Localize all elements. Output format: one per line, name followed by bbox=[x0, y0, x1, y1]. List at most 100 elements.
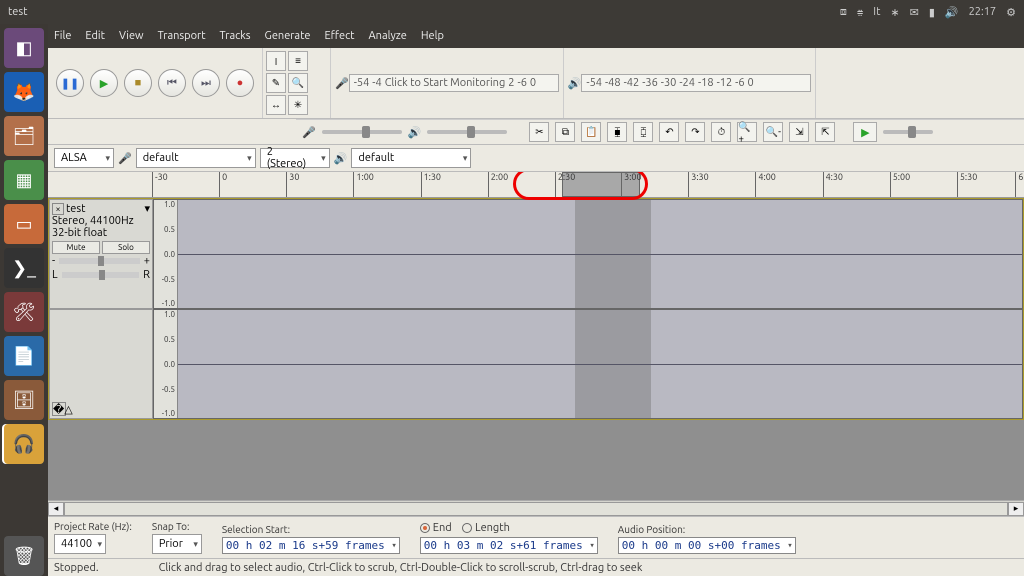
track-control-panel-lower[interactable]: �△ bbox=[49, 309, 153, 419]
language-indicator[interactable]: It bbox=[873, 6, 880, 18]
gear-icon[interactable]: ⚙ bbox=[1006, 6, 1016, 19]
mail-icon[interactable]: ✉ bbox=[910, 6, 919, 19]
play-button[interactable]: ▶ bbox=[90, 69, 118, 97]
solo-button[interactable]: Solo bbox=[102, 241, 150, 254]
status-hint: Click and drag to select audio, Ctrl-Cli… bbox=[159, 562, 643, 574]
undo-button[interactable]: ↶ bbox=[659, 122, 679, 142]
menu-transport[interactable]: Transport bbox=[158, 30, 206, 42]
zoom-in-button[interactable]: 🔍+ bbox=[737, 122, 757, 142]
launcher-firefox[interactable]: 🦊 bbox=[4, 72, 44, 112]
bluetooth-icon[interactable]: ∗ bbox=[890, 6, 899, 19]
battery-icon[interactable]: ▮ bbox=[929, 6, 935, 19]
recording-meter-box[interactable]: -54-4 Click to Start Monitoring 2-60 bbox=[349, 74, 559, 92]
selection-start-label: Selection Start: bbox=[222, 524, 400, 535]
gain-slider[interactable] bbox=[59, 258, 140, 264]
menu-view[interactable]: View bbox=[119, 30, 144, 42]
playback-device-combo[interactable]: default bbox=[351, 148, 471, 168]
sync-lock-button[interactable]: ⏱ bbox=[711, 122, 731, 142]
recording-meter[interactable]: 🎤 -54-4 Click to Start Monitoring 2-60 bbox=[331, 48, 564, 118]
scroll-left-button[interactable]: ◂ bbox=[48, 502, 64, 516]
draw-tool[interactable]: ✎ bbox=[266, 73, 286, 93]
menu-analyze[interactable]: Analyze bbox=[369, 30, 407, 42]
silence-button[interactable]: ⧮ bbox=[633, 122, 653, 142]
track-control-panel[interactable]: × test ▾ Stereo, 44100Hz 32-bit float Mu… bbox=[49, 199, 153, 309]
record-button[interactable]: ● bbox=[226, 69, 254, 97]
track-area: -30 0 30 1:00 1:30 2:00 2:30 3:00 3:30 4… bbox=[48, 172, 1024, 516]
redo-button[interactable]: ↷ bbox=[685, 122, 705, 142]
launcher-dash[interactable]: ◧ bbox=[4, 28, 44, 68]
vertical-scale[interactable]: 1.0 0.5 0.0 -0.5 -1.0 bbox=[154, 200, 178, 308]
launcher-terminal[interactable]: ❯_ bbox=[4, 248, 44, 288]
selection-start-time[interactable]: 00 h 02 m 16 s+59 frames bbox=[222, 537, 400, 554]
recording-device-combo[interactable]: default bbox=[136, 148, 256, 168]
menu-edit[interactable]: Edit bbox=[85, 30, 105, 42]
project-rate-combo[interactable]: 44100 bbox=[54, 534, 106, 554]
cut-button[interactable]: ✂ bbox=[529, 122, 549, 142]
menu-effect[interactable]: Effect bbox=[324, 30, 354, 42]
recording-channels-combo[interactable]: 2 (Stereo) bbox=[260, 148, 330, 168]
launcher-settings[interactable]: 🛠 bbox=[4, 292, 44, 332]
ruler-segments[interactable]: -30 0 30 1:00 1:30 2:00 2:30 3:00 3:30 4… bbox=[152, 172, 1024, 197]
trim-button[interactable]: ⧯ bbox=[607, 122, 627, 142]
playback-meter[interactable]: 🔊 -54-48-42-36-30-24-18-12-60 bbox=[564, 48, 817, 118]
playback-meter-box[interactable]: -54-48-42-36-30-24-18-12-60 bbox=[581, 74, 811, 92]
copy-button[interactable]: ⧉ bbox=[555, 122, 575, 142]
wifi-icon[interactable]: ⩷ bbox=[857, 6, 863, 19]
fit-selection-button[interactable]: ⇲ bbox=[789, 122, 809, 142]
paste-button[interactable]: 📋 bbox=[581, 122, 601, 142]
launcher-calc[interactable]: ▦ bbox=[4, 160, 44, 200]
zoom-tool[interactable]: 🔍 bbox=[288, 73, 308, 93]
pan-slider[interactable] bbox=[62, 272, 140, 278]
timeline-ruler[interactable]: -30 0 30 1:00 1:30 2:00 2:30 3:00 3:30 4… bbox=[48, 172, 1024, 198]
menu-tracks[interactable]: Tracks bbox=[220, 30, 251, 42]
scrollbar-thumb[interactable] bbox=[64, 502, 1008, 516]
menu-generate[interactable]: Generate bbox=[265, 30, 311, 42]
audacity-window: File Edit View Transport Tracks Generate… bbox=[48, 24, 1024, 576]
menu-help[interactable]: Help bbox=[421, 30, 444, 42]
dropbox-icon[interactable]: ⧈ bbox=[840, 6, 847, 19]
volume-icon[interactable]: 🔊 bbox=[945, 6, 959, 19]
track-info: Stereo, 44100Hz bbox=[52, 215, 150, 227]
length-radio[interactable]: Length bbox=[462, 522, 510, 534]
clock[interactable]: 22:17 bbox=[969, 6, 997, 18]
zoom-out-button[interactable]: 🔍- bbox=[763, 122, 783, 142]
launcher-trash[interactable]: 🗑 bbox=[4, 536, 44, 576]
launcher-archive[interactable]: 🗄 bbox=[4, 380, 44, 420]
vertical-scale-2[interactable]: 1.0 0.5 0.0 -0.5 -1.0 bbox=[154, 310, 178, 418]
snap-to-combo[interactable]: Prior bbox=[152, 534, 202, 554]
fit-project-button[interactable]: ⇱ bbox=[815, 122, 835, 142]
track-close-button[interactable]: × bbox=[52, 203, 64, 215]
speaker-icon-3: 🔊 bbox=[334, 152, 348, 165]
multi-tool[interactable]: ✳ bbox=[288, 95, 308, 115]
waveform-right[interactable]: 1.0 0.5 0.0 -0.5 -1.0 bbox=[153, 309, 1023, 419]
pause-button[interactable]: ❚❚ bbox=[56, 69, 84, 97]
horizontal-scrollbar[interactable]: ◂ ▸ bbox=[48, 500, 1024, 516]
menu-file[interactable]: File bbox=[54, 30, 71, 42]
skip-start-button[interactable]: ⏮ bbox=[158, 69, 186, 97]
audio-position-time[interactable]: 00 h 00 m 00 s+00 frames bbox=[618, 537, 796, 554]
stop-button[interactable]: ■ bbox=[124, 69, 152, 97]
selection-tool[interactable]: I bbox=[266, 51, 286, 71]
skip-end-button[interactable]: ⏭ bbox=[192, 69, 220, 97]
launcher-files[interactable]: 🗂 bbox=[4, 116, 44, 156]
waveform-left[interactable]: 1.0 0.5 0.0 -0.5 -1.0 bbox=[153, 199, 1023, 309]
scroll-right-button[interactable]: ▸ bbox=[1008, 502, 1024, 516]
launcher-writer[interactable]: 📄 bbox=[4, 336, 44, 376]
launcher-impress[interactable]: ▭ bbox=[4, 204, 44, 244]
envelope-tool[interactable]: ≡ bbox=[288, 51, 308, 71]
timeshift-tool[interactable]: ↔ bbox=[266, 95, 286, 115]
track-collapse-button[interactable]: �△ bbox=[52, 402, 66, 416]
selection-end-time[interactable]: 00 h 03 m 02 s+61 frames bbox=[420, 537, 598, 554]
recording-volume-slider[interactable] bbox=[322, 130, 402, 134]
track-name[interactable]: test bbox=[66, 203, 85, 215]
playback-volume-slider[interactable] bbox=[427, 130, 507, 134]
mute-button[interactable]: Mute bbox=[52, 241, 100, 254]
playback-speed-slider[interactable] bbox=[883, 130, 933, 134]
toolbar-row-2: 🎤 🔊 ✂ ⧉ 📋 ⧯ ⧮ ↶ ↷ ⏱ 🔍+ 🔍- ⇲ ⇱ ▶ bbox=[48, 119, 1024, 145]
track-row-right: �△ 1.0 0.5 0.0 -0.5 -1.0 bbox=[49, 309, 1023, 419]
play-at-speed-button[interactable]: ▶ bbox=[853, 122, 877, 142]
launcher-audacity[interactable]: 🎧 bbox=[4, 424, 44, 464]
audio-host-combo[interactable]: ALSA bbox=[54, 148, 114, 168]
end-radio[interactable]: End bbox=[420, 522, 452, 534]
track-menu-dropdown[interactable]: ▾ bbox=[144, 202, 150, 215]
